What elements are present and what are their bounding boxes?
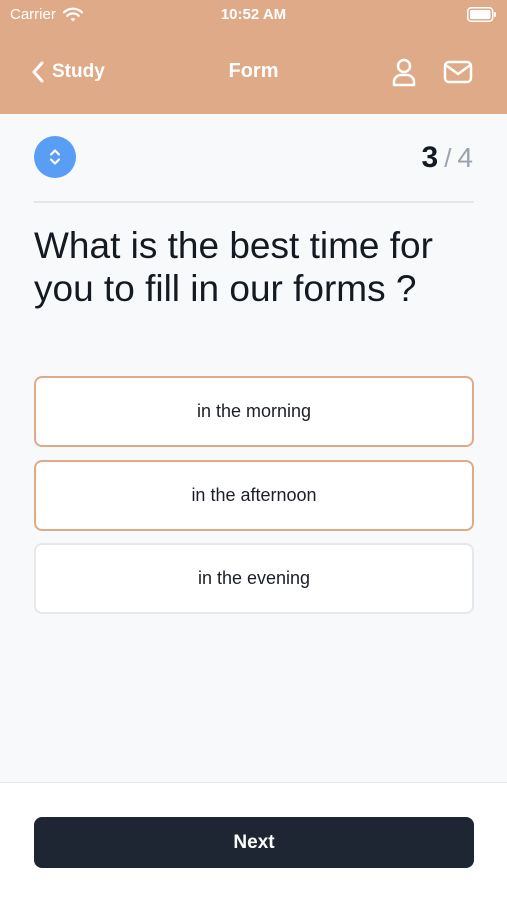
question-progress: 3 / 4: [422, 140, 474, 176]
user-icon-graphic: [392, 58, 416, 87]
option-morning[interactable]: in the morning: [34, 376, 474, 447]
page-title: Form: [228, 60, 279, 82]
mail-icon-graphic: [443, 60, 473, 84]
progress-separator: /: [444, 143, 452, 173]
app-header: Carrier 10:52 AM Study Form: [0, 0, 507, 114]
status-bar: Carrier 10:52 AM: [0, 0, 507, 30]
option-evening[interactable]: in the evening: [34, 543, 474, 614]
question-text: What is the best time for you to fill in…: [34, 225, 433, 309]
mail-icon[interactable]: [442, 56, 474, 88]
battery-icon: [467, 7, 496, 22]
divider: [34, 201, 474, 203]
status-time: 10:52 AM: [220, 6, 287, 23]
chevron-up-down-icon: [49, 149, 61, 165]
option-afternoon[interactable]: in the afternoon: [34, 460, 474, 531]
progress-total: 4: [457, 142, 473, 173]
next-button[interactable]: Next: [34, 817, 474, 868]
nav-bar: Study Form: [0, 44, 507, 100]
user-icon[interactable]: [388, 56, 420, 88]
form-content: 3 / 4 What is the best time for you to f…: [0, 114, 507, 782]
footer: Next: [0, 782, 507, 900]
reorder-button[interactable]: [34, 136, 76, 178]
progress-current: 3: [421, 141, 439, 174]
